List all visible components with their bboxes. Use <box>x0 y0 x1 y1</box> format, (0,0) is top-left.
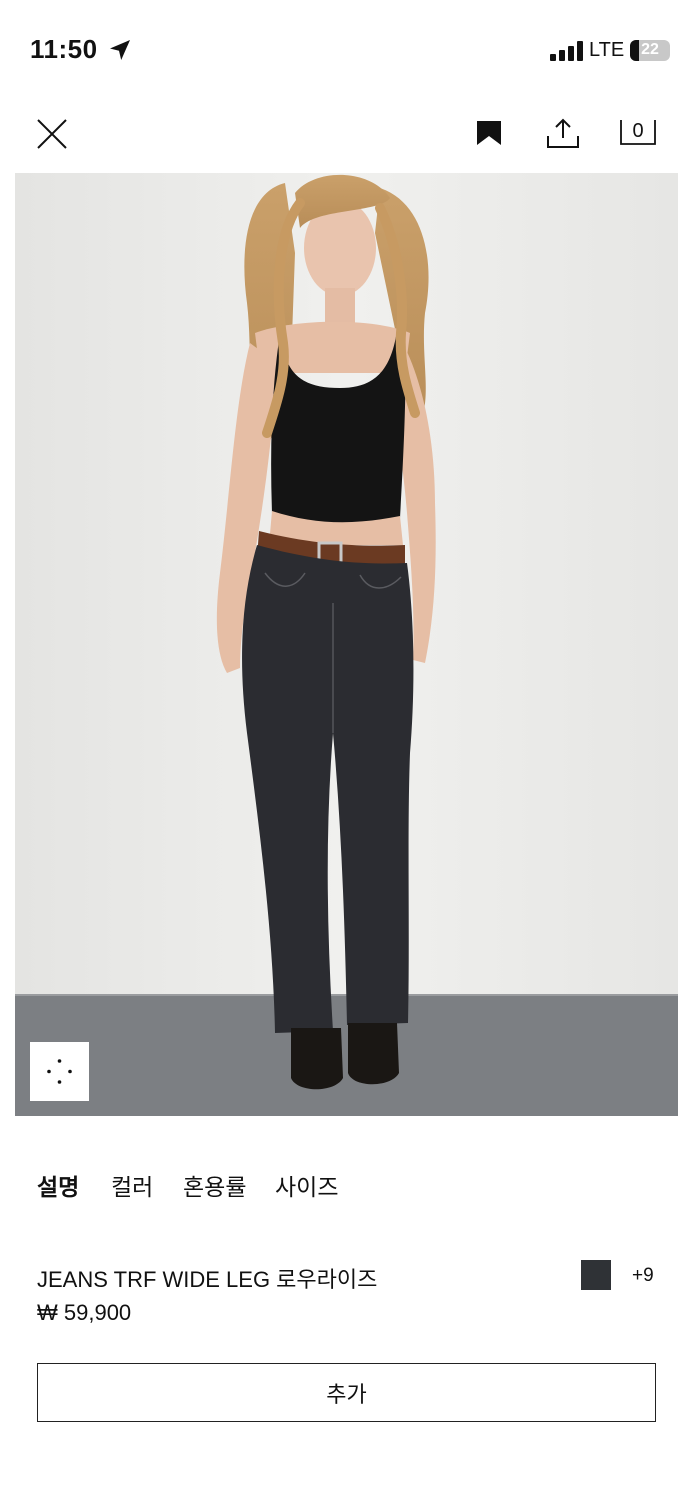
top-toolbar: 0 <box>0 100 693 170</box>
bag-count: 0 <box>632 120 644 142</box>
tab-description[interactable]: 설명 <box>37 1168 79 1202</box>
battery-icon: 22 <box>630 40 670 61</box>
shopping-bag-button[interactable]: 0 <box>619 118 657 146</box>
tab-color[interactable]: 컬러 <box>111 1168 153 1202</box>
product-price: ₩ 59,900 <box>37 1300 132 1325</box>
product-detail-screen: 11:50 LTE 22 0 설명 컬러 혼용률 사이즈 JEANS TRF W… <box>0 0 693 1500</box>
bookmark-icon[interactable] <box>474 118 504 148</box>
network-type: LTE <box>589 39 625 61</box>
more-colors-count[interactable]: +9 <box>632 1265 654 1287</box>
status-time: 11:50 <box>30 34 98 64</box>
signal-icon <box>550 41 583 61</box>
add-to-bag-button[interactable]: 추가 <box>37 1363 656 1422</box>
zoom-dots-icon <box>47 1059 72 1084</box>
product-photo <box>15 173 678 1116</box>
color-swatch[interactable] <box>581 1260 611 1290</box>
zoom-button[interactable] <box>30 1042 89 1101</box>
location-arrow-icon <box>110 40 130 60</box>
share-icon[interactable] <box>545 116 581 150</box>
product-image[interactable] <box>15 173 678 1116</box>
tab-size[interactable]: 사이즈 <box>275 1168 338 1202</box>
status-bar: 11:50 LTE 22 <box>0 0 693 100</box>
tab-composition[interactable]: 혼용률 <box>183 1168 246 1202</box>
battery-percent: 22 <box>641 41 659 58</box>
product-name: JEANS TRF WIDE LEG 로우라이즈 <box>37 1267 378 1292</box>
close-icon[interactable] <box>34 116 70 152</box>
